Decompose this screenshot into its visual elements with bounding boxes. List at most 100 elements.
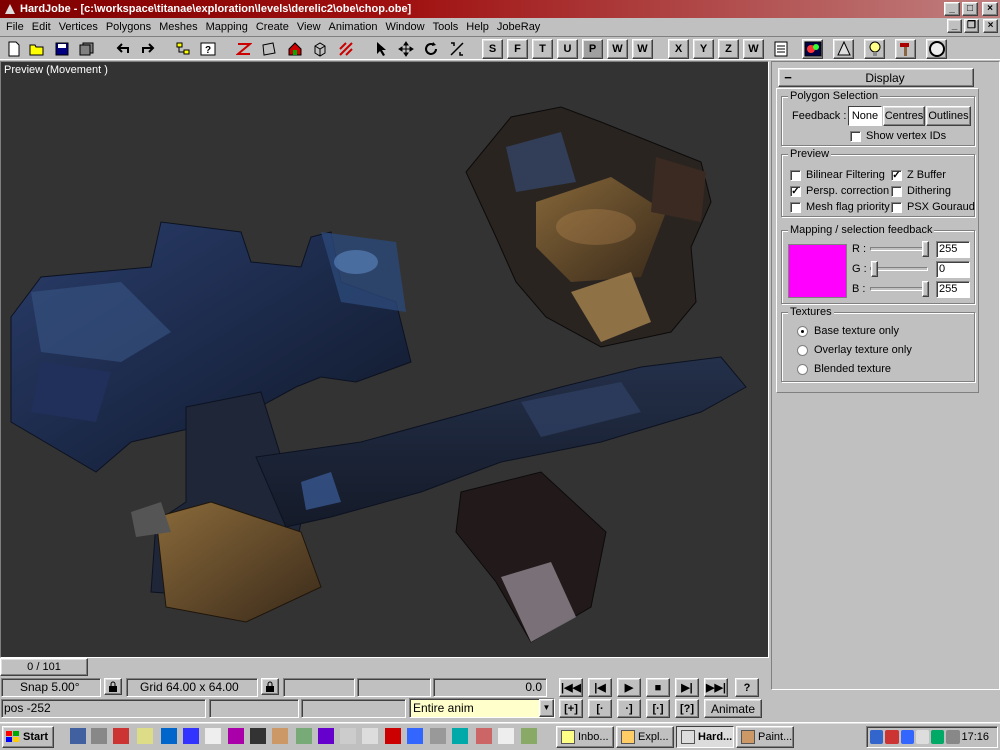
quicklaunch-icon-7[interactable] bbox=[205, 728, 221, 744]
mesh-flag-priority-checkbox[interactable]: Mesh flag priority bbox=[790, 201, 890, 213]
new-button[interactable] bbox=[3, 39, 24, 59]
texture-browser-button[interactable] bbox=[802, 39, 823, 59]
open-button[interactable] bbox=[26, 39, 47, 59]
hatch-tool-button[interactable] bbox=[335, 39, 356, 59]
quicklaunch-icon-1[interactable] bbox=[70, 728, 86, 744]
task-paint[interactable]: Paint... bbox=[736, 726, 794, 748]
axis-z-button[interactable]: Z bbox=[718, 39, 739, 59]
menu-meshes[interactable]: Meshes bbox=[155, 18, 202, 36]
axis-y-button[interactable]: Y bbox=[693, 39, 714, 59]
menu-file[interactable]: File bbox=[2, 18, 28, 36]
go-start-button[interactable]: |◀◀ bbox=[559, 678, 583, 697]
dithering-checkbox[interactable]: Dithering bbox=[891, 185, 951, 197]
save-all-button[interactable] bbox=[76, 39, 97, 59]
quicklaunch-icon-16[interactable] bbox=[407, 728, 423, 744]
menu-window[interactable]: Window bbox=[381, 18, 428, 36]
display-rollout-header[interactable]: − Display bbox=[778, 68, 974, 87]
tray-display-icon[interactable] bbox=[931, 730, 945, 744]
select-button[interactable] bbox=[370, 39, 391, 59]
chevron-down-icon[interactable]: ▼ bbox=[539, 699, 554, 717]
poly-tool-button[interactable] bbox=[258, 39, 279, 59]
title-bar[interactable]: HardJobe - [c:\workspace\titanae\explora… bbox=[0, 0, 1000, 18]
undo-button[interactable] bbox=[112, 39, 133, 59]
mdi-close-button[interactable]: × bbox=[983, 19, 998, 33]
task-explorer[interactable]: Expl... bbox=[616, 726, 674, 748]
view-u-button[interactable]: U bbox=[557, 39, 578, 59]
base-texture-radio[interactable]: Base texture only bbox=[797, 325, 899, 337]
quicklaunch-icon-13[interactable] bbox=[340, 728, 356, 744]
base-texture-radio-dot[interactable] bbox=[797, 325, 808, 337]
quicklaunch-icon-9[interactable] bbox=[250, 728, 266, 744]
axis-w-button[interactable]: W bbox=[743, 39, 764, 59]
blue-value-input[interactable]: 255 bbox=[936, 281, 970, 298]
view-p-button[interactable]: P bbox=[582, 39, 603, 59]
minimize-button[interactable]: _ bbox=[944, 2, 960, 16]
menu-edit[interactable]: Edit bbox=[28, 18, 55, 36]
menu-joberay[interactable]: JobeRay bbox=[493, 18, 544, 36]
view-f-button[interactable]: F bbox=[507, 39, 528, 59]
view-s-button[interactable]: S bbox=[482, 39, 503, 59]
sphere-button[interactable] bbox=[926, 39, 947, 59]
bilinear-filtering-box[interactable] bbox=[790, 169, 801, 181]
cone-button[interactable] bbox=[833, 39, 854, 59]
key-next-button[interactable]: ·] bbox=[617, 699, 641, 718]
play-button[interactable]: ▶ bbox=[617, 678, 641, 697]
green-value-input[interactable]: 0 bbox=[936, 261, 970, 278]
notes-button[interactable] bbox=[770, 39, 791, 59]
view-w1-button[interactable]: W bbox=[607, 39, 628, 59]
persp-correction-box[interactable]: ✓ bbox=[790, 185, 801, 197]
quicklaunch-icon-2[interactable] bbox=[91, 728, 107, 744]
show-vertex-ids-box[interactable] bbox=[850, 130, 861, 142]
task-inbox[interactable]: Inbo... bbox=[556, 726, 614, 748]
blended-texture-radio-dot[interactable] bbox=[797, 363, 808, 375]
anim-range-dropdown[interactable]: Entire anim ▼ bbox=[409, 698, 555, 718]
psx-gouraud-checkbox[interactable]: PSX Gouraud bbox=[891, 201, 975, 213]
go-end-button[interactable]: ▶▶| bbox=[704, 678, 728, 697]
quicklaunch-icon-10[interactable] bbox=[272, 728, 288, 744]
key-prev-button[interactable]: [· bbox=[588, 699, 612, 718]
dithering-box[interactable] bbox=[891, 185, 902, 197]
tray-network-icon[interactable] bbox=[870, 730, 884, 744]
next-frame-button[interactable]: ▶| bbox=[675, 678, 699, 697]
light-button[interactable] bbox=[864, 39, 885, 59]
feedback-centres-button[interactable]: Centres bbox=[883, 106, 925, 126]
move-button[interactable] bbox=[395, 39, 416, 59]
show-vertex-ids-checkbox[interactable]: Show vertex IDs bbox=[850, 130, 946, 142]
menu-polygons[interactable]: Polygons bbox=[102, 18, 155, 36]
tray-monitor-icon[interactable] bbox=[900, 730, 914, 744]
menu-create[interactable]: Create bbox=[252, 18, 293, 36]
scale-button[interactable] bbox=[446, 39, 467, 59]
key-add-button[interactable]: [+] bbox=[559, 699, 583, 718]
panel-scroll-area[interactable]: − Display Polygon Selection Feedback : N… bbox=[771, 61, 1000, 690]
red-value-input[interactable]: 255 bbox=[936, 241, 970, 258]
animate-button[interactable]: Animate bbox=[704, 699, 762, 718]
quicklaunch-icon-15[interactable] bbox=[385, 728, 401, 744]
hierarchy-button[interactable] bbox=[172, 39, 193, 59]
collapse-icon[interactable]: − bbox=[779, 70, 797, 85]
axis-x-button[interactable]: X bbox=[668, 39, 689, 59]
psx-gouraud-box[interactable] bbox=[891, 201, 902, 213]
rotate-button[interactable] bbox=[420, 39, 441, 59]
save-button[interactable] bbox=[51, 39, 72, 59]
grid-field[interactable]: Grid 64.00 x 64.00 bbox=[126, 678, 258, 697]
bilinear-filtering-checkbox[interactable]: Bilinear Filtering bbox=[790, 169, 885, 181]
blue-slider-thumb[interactable] bbox=[922, 281, 929, 297]
overlay-texture-radio[interactable]: Overlay texture only bbox=[797, 344, 912, 356]
feedback-outlines-button[interactable]: Outlines bbox=[926, 106, 971, 126]
grid-lock-button[interactable] bbox=[261, 678, 279, 695]
redo-button[interactable] bbox=[137, 39, 158, 59]
tray-doc-icon[interactable] bbox=[915, 730, 929, 744]
time-field[interactable]: 0.0 bbox=[433, 678, 547, 697]
quicklaunch-icon-12[interactable] bbox=[318, 728, 334, 744]
task-hardjobe[interactable]: Hard... bbox=[676, 726, 734, 748]
red-slider-thumb[interactable] bbox=[922, 241, 929, 257]
quicklaunch-icon-18[interactable] bbox=[452, 728, 468, 744]
mesh-flag-priority-box[interactable] bbox=[790, 201, 801, 213]
quicklaunch-icon-19[interactable] bbox=[476, 728, 492, 744]
menu-view[interactable]: View bbox=[293, 18, 325, 36]
help-query-button[interactable]: ? bbox=[197, 39, 218, 59]
start-button[interactable]: Start bbox=[2, 726, 54, 748]
green-slider-track[interactable] bbox=[870, 261, 928, 277]
tray-shield-icon[interactable] bbox=[885, 730, 899, 744]
cube-tool-button[interactable] bbox=[309, 39, 330, 59]
